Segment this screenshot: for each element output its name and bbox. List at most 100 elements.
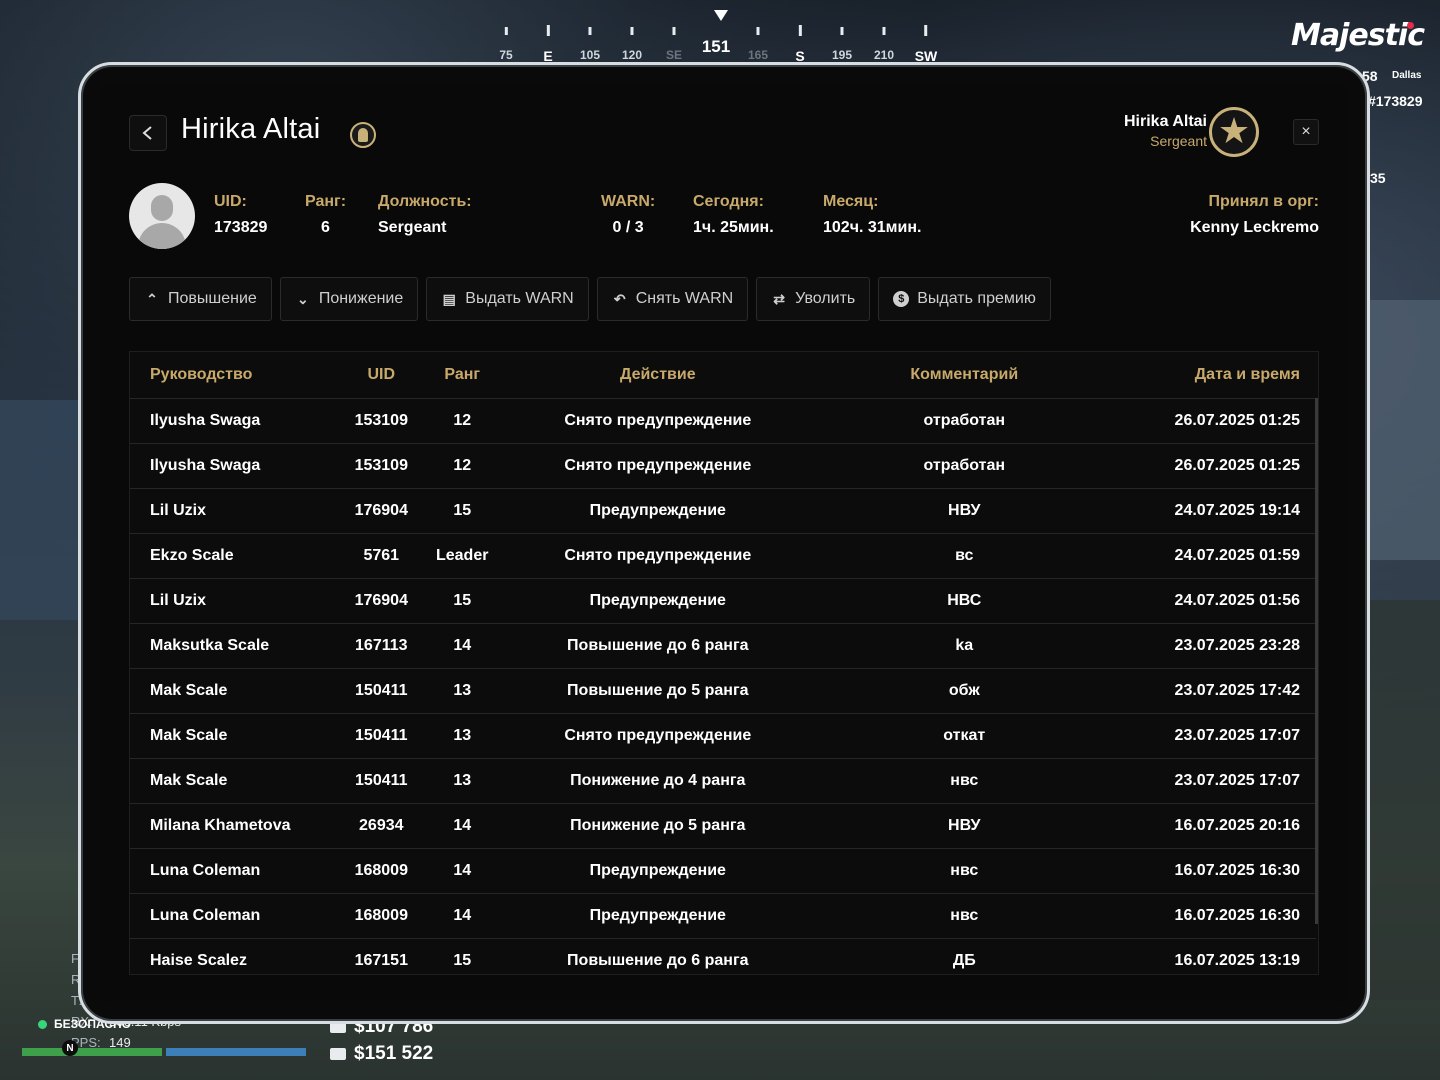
month-field: Месяц: 102ч. 31мин.	[823, 193, 921, 237]
action-button[interactable]: ⌄ Понижение	[279, 277, 419, 321]
rank-cell: 15	[435, 578, 489, 624]
action-button[interactable]: $ Выдать премию	[878, 277, 1051, 321]
column-header: Ранг	[435, 352, 489, 399]
uid-cell: 176904	[326, 578, 436, 624]
leader-cell: Lil Uzix	[130, 488, 327, 534]
rank-field: Ранг: 6	[305, 193, 346, 237]
uid-cell: 167151	[326, 938, 436, 974]
table-row: Milana Khametova 26934 14 Понижение до 5 ра…	[130, 803, 1316, 849]
compass-tick: 151	[701, 37, 731, 56]
datetime-cell: 16.07.2025 16:30	[1101, 893, 1316, 939]
action-label: Снять WARN	[635, 290, 734, 307]
compass-tick: 105	[579, 48, 601, 62]
datetime-cell: 26.07.2025 01:25	[1101, 398, 1316, 444]
table-row: Lil Uzix 176904 15 Предупреждение НВУ 24.07.2…	[130, 488, 1316, 534]
avatar	[129, 183, 195, 249]
column-header: Комментарий	[827, 352, 1102, 399]
rank-cell: 15	[435, 938, 489, 974]
accepted-by-label: Принял в орг:	[1208, 193, 1319, 210]
close-button[interactable]: ×	[1293, 119, 1319, 145]
leader-cell: Lil Uzix	[130, 578, 327, 624]
action-cell: Понижение до 5 ранга	[488, 803, 828, 849]
page-title: Hirika Altai	[181, 113, 321, 145]
member-profile-icon[interactable]	[350, 122, 376, 148]
leader-cell: Luna Coleman	[130, 848, 327, 894]
uid-cell: 150411	[326, 668, 436, 714]
current-user-rank: Sergeant	[1150, 133, 1207, 149]
uid-label: UID:	[214, 193, 247, 210]
action-label: Понижение	[318, 290, 404, 307]
rank-value: 6	[321, 219, 330, 236]
action-cell: Предупреждение	[488, 848, 828, 894]
rank-cell: 15	[435, 488, 489, 534]
background-building	[1370, 300, 1440, 560]
armor-bar	[166, 1048, 306, 1056]
current-user: Hirika Altai Sergeant	[1124, 113, 1207, 149]
table-row: Mak Scale 150411 13 Снято предупреждение отк…	[130, 713, 1316, 759]
leader-cell: Ilyusha Swaga	[130, 443, 327, 489]
action-button[interactable]: ⇄ Уволить	[756, 277, 871, 321]
table-row: Mak Scale 150411 13 Повышение до 5 ранга обж…	[130, 668, 1316, 714]
rank-cell: 12	[435, 398, 489, 444]
rank-cell: 12	[435, 443, 489, 489]
comment-cell: НВС	[827, 578, 1102, 624]
table-scrollbar[interactable]	[1315, 398, 1318, 924]
rank-cell: 13	[435, 713, 489, 759]
uid-cell: 153109	[326, 398, 436, 444]
compass-needle-icon	[714, 10, 728, 21]
compass-tick: SE	[665, 48, 683, 62]
leader-cell: Luna Coleman	[130, 893, 327, 939]
uid-cell: 150411	[326, 758, 436, 804]
table-row: Ilyusha Swaga 153109 12 Снято предупреждени…	[130, 398, 1316, 444]
column-header: UID	[326, 352, 436, 399]
table-row: Haise Scalez 167151 15 Повышение до 6 ранга…	[130, 938, 1316, 974]
uid-cell: 5761	[326, 533, 436, 579]
background-building	[0, 400, 80, 620]
table-row: Ilyusha Swaga 153109 12 Снято предупреждени…	[130, 443, 1316, 489]
server-name: Dallas	[1392, 70, 1422, 81]
uid-cell: 176904	[326, 488, 436, 534]
table-row: Lil Uzix 176904 15 Предупреждение НВС 24.07.2…	[130, 578, 1316, 624]
current-user-name: Hirika Altai	[1124, 113, 1207, 130]
uid-cell: 150411	[326, 713, 436, 759]
datetime-cell: 23.07.2025 17:42	[1101, 668, 1316, 714]
accepted-by-field: Принял в орг: Kenny Leckremo	[1190, 193, 1319, 237]
rank-cell: 14	[435, 893, 489, 939]
comment-cell: ka	[827, 623, 1102, 669]
action-cell: Предупреждение	[488, 488, 828, 534]
dollar-coin-icon: $	[893, 291, 910, 307]
column-header: Дата и время	[1101, 352, 1316, 399]
minimap-north-icon: N	[62, 1040, 78, 1056]
history-table: Руководство UID Ранг Действие Комментари…	[129, 351, 1319, 975]
action-cell: Повышение до 5 ранга	[488, 668, 828, 714]
rank-label: Ранг:	[305, 193, 347, 210]
table-row: Ekzo Scale 5761 Leader Снято предупреждение…	[130, 533, 1316, 579]
leader-cell: Mak Scale	[130, 713, 327, 759]
leader-cell: Haise Scalez	[130, 938, 327, 974]
rank-star-icon: ★	[1209, 107, 1259, 157]
comment-cell: нвс	[827, 848, 1102, 894]
datetime-cell: 24.07.2025 19:14	[1101, 488, 1316, 534]
panel-header: Hirika Altai Hirika Altai Sergeant ★ ×	[129, 107, 1319, 157]
action-toolbar: ⌃ Повышение ⌄ Понижение ▤ Выдать WARN ↶ Снять W…	[129, 277, 1051, 321]
action-label: Повышение	[168, 290, 257, 307]
comment-cell: отработан	[827, 398, 1102, 444]
action-button[interactable]: ⌃ Повышение	[129, 277, 272, 321]
back-button[interactable]	[129, 115, 167, 151]
datetime-cell: 16.07.2025 13:19	[1101, 938, 1316, 974]
action-label: Уволить	[795, 290, 856, 307]
leader-cell: Maksutka Scale	[130, 623, 327, 669]
datetime-cell: 23.07.2025 17:07	[1101, 713, 1316, 759]
leader-cell: Mak Scale	[130, 668, 327, 714]
table-row: Luna Coleman 168009 14 Предупреждение нвс 16.…	[130, 893, 1316, 939]
action-button[interactable]: ↶ Снять WARN	[596, 277, 749, 321]
uid-cell: 168009	[326, 848, 436, 894]
compass-tick: 75	[499, 48, 513, 62]
action-button[interactable]: ▤ Выдать WARN	[426, 277, 589, 321]
compass-tick: 195	[831, 48, 853, 62]
action-cell: Снято предупреждение	[488, 443, 828, 489]
today-field: Сегодня: 1ч. 25мин.	[693, 193, 774, 237]
action-cell: Снято предупреждение	[488, 398, 828, 444]
leader-cell: Milana Khametova	[130, 803, 327, 849]
action-cell: Предупреждение	[488, 578, 828, 624]
